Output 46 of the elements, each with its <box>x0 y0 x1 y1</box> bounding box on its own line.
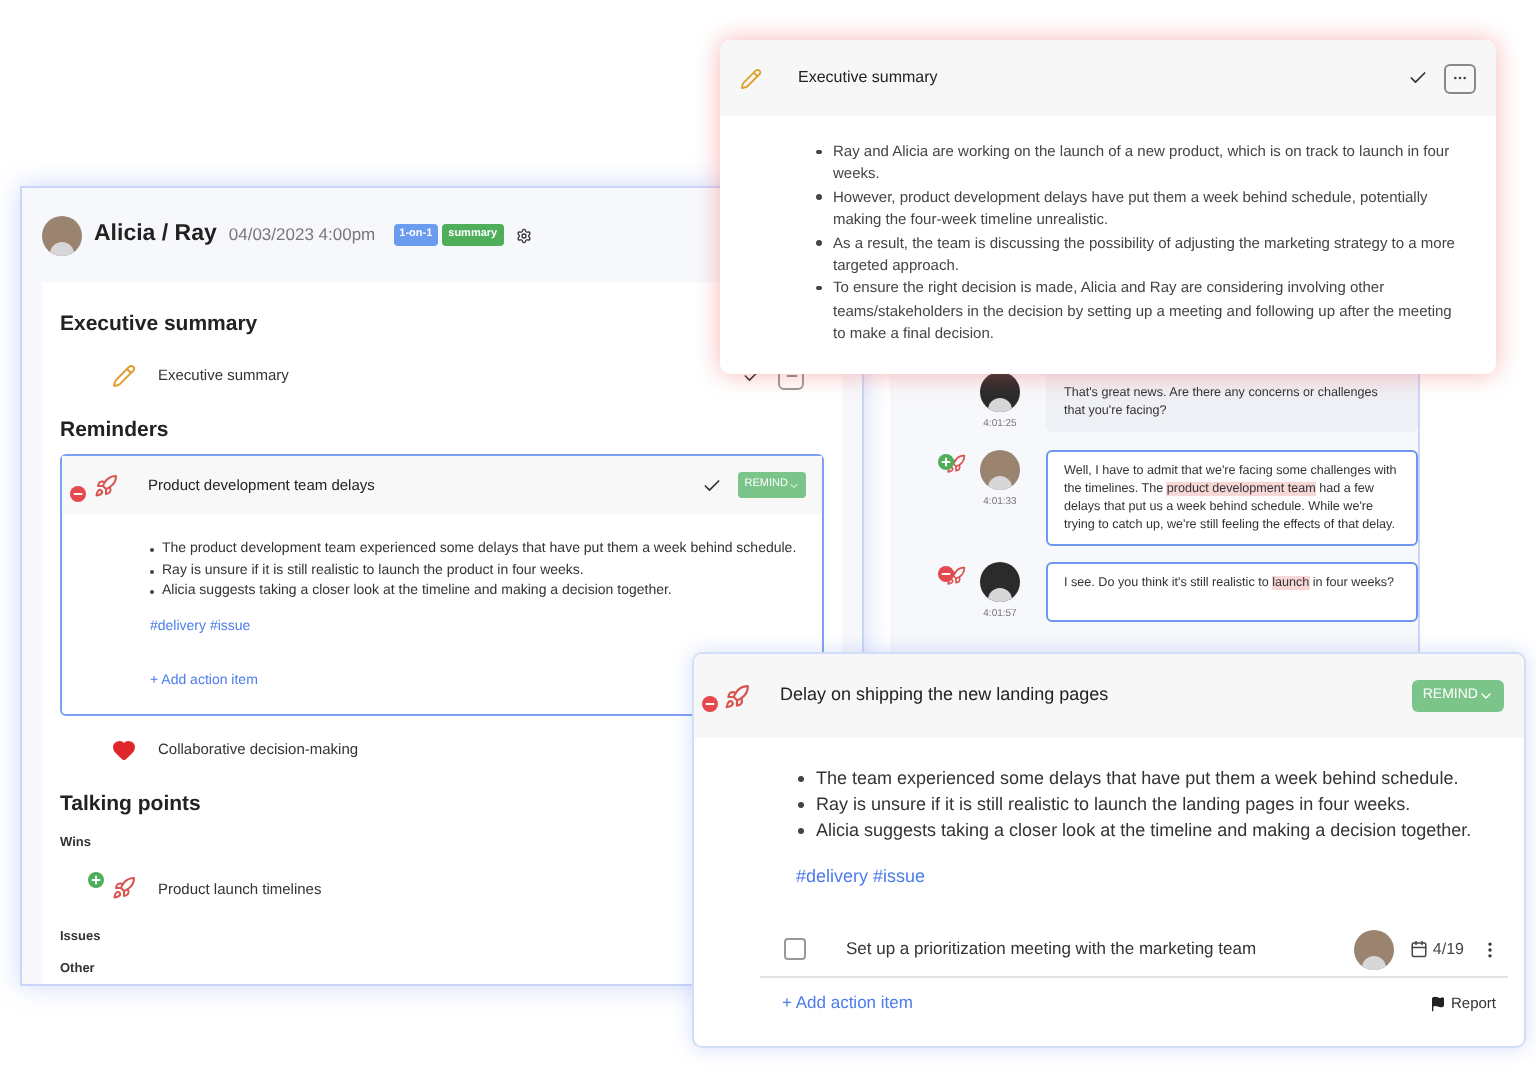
avatar <box>980 372 1020 412</box>
due-date[interactable]: 4/19 <box>1432 937 1464 961</box>
add-action-link[interactable]: + Add action item <box>782 990 913 1016</box>
check-icon[interactable] <box>1408 68 1428 88</box>
bullet-icon <box>816 240 821 246</box>
plus-badge-icon <box>88 872 104 889</box>
settings-icon[interactable] <box>515 227 532 243</box>
bullet-icon <box>798 776 804 782</box>
rocket-icon <box>724 683 750 709</box>
reminder-title[interactable]: Delay on shipping the new landing pages <box>780 682 1109 710</box>
section-heading: Executive summary <box>60 310 258 341</box>
minus-badge-icon <box>702 696 718 712</box>
bullet-text: Alicia suggests taking a closer look at the timeline and making a decision together. <box>816 818 1472 844</box>
minus-badge-icon <box>938 565 954 581</box>
minus-badge-icon <box>70 485 86 501</box>
avatar <box>42 215 82 255</box>
chevron-down-icon <box>788 479 800 491</box>
more-button[interactable] <box>1444 63 1476 93</box>
rocket-icon <box>94 473 118 497</box>
plus-badge-icon <box>938 453 954 469</box>
pencil-icon <box>740 67 762 89</box>
bullet-icon <box>798 828 804 834</box>
bullet-icon <box>816 149 821 154</box>
pencil-icon <box>112 364 136 388</box>
bullet-icon <box>816 285 821 291</box>
chevron-down-icon <box>1478 688 1494 704</box>
checkbox[interactable] <box>784 938 806 960</box>
meeting-title: Alicia / Ray <box>94 219 217 250</box>
check-icon[interactable] <box>702 475 723 495</box>
rocket-icon <box>112 876 136 901</box>
bullet-icon <box>816 194 821 200</box>
bullet-text: Ray is unsure if it is still realistic to launch the landing pages in four weeks. <box>816 792 1411 818</box>
calendar-icon[interactable] <box>1410 940 1429 958</box>
meeting-datetime: 04/03/2023 4:00pm <box>228 222 376 248</box>
section-heading: Reminders <box>60 416 169 447</box>
flag-icon <box>1430 995 1447 1011</box>
avatar <box>980 449 1020 489</box>
section-heading: Talking points <box>60 789 201 820</box>
heart-icon <box>112 737 136 761</box>
bullet-text: The team experienced some delays that have put them a week behind schedule. <box>816 766 1459 792</box>
hashtags[interactable]: #delivery #issue <box>796 864 926 891</box>
bullet-icon <box>798 802 804 808</box>
summary-title: Executive summary <box>798 66 938 90</box>
avatar <box>980 561 1020 601</box>
avatar <box>1354 929 1395 969</box>
action-item-text: Set up a prioritization meeting with the marketing team <box>846 936 1257 962</box>
